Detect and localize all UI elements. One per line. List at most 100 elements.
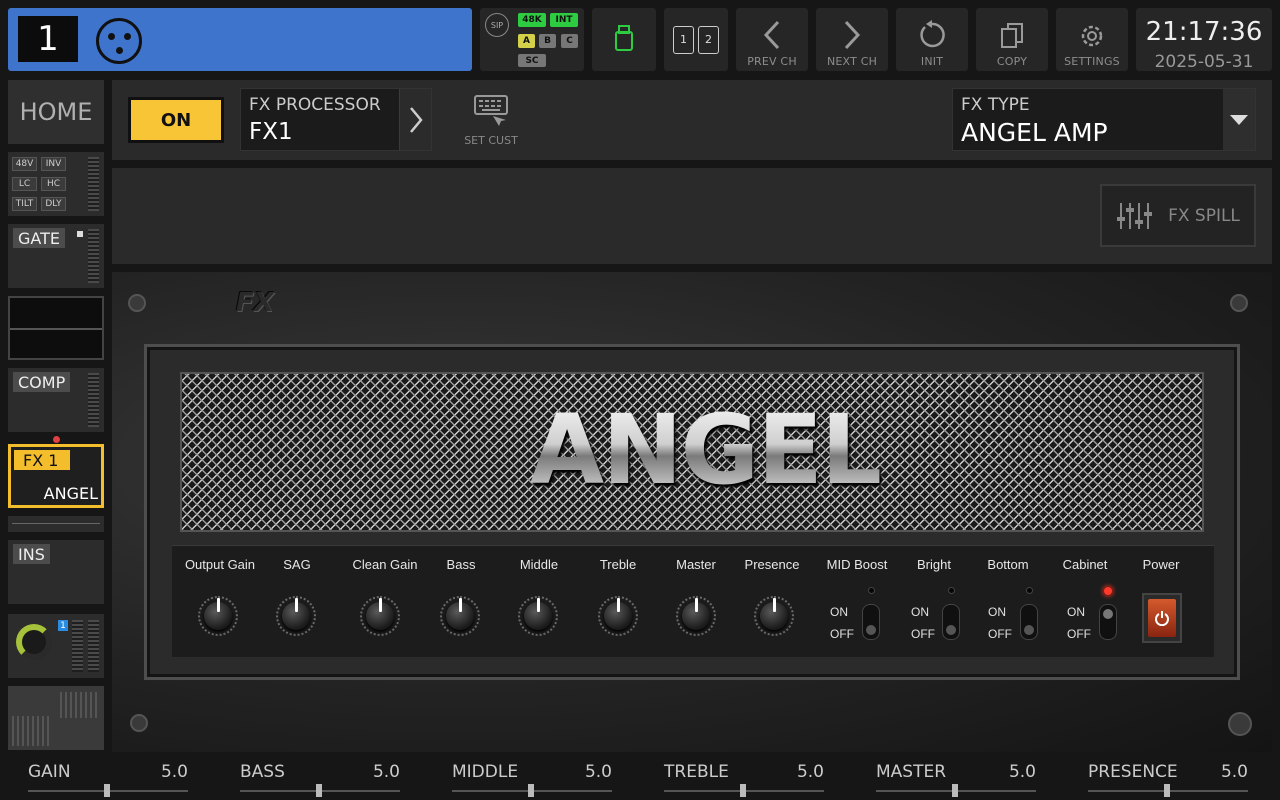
keyboard-icon bbox=[474, 95, 508, 126]
treble-knob[interactable] bbox=[598, 596, 638, 636]
clock: 21:17:36 2025-05-31 bbox=[1136, 8, 1272, 72]
clock-date: 2025-05-31 bbox=[1154, 52, 1254, 72]
output-gain-knob[interactable] bbox=[198, 596, 238, 636]
knob-label-bass: Bass bbox=[446, 557, 476, 572]
cabinet-on: ON bbox=[1067, 605, 1085, 619]
clean-gain-knob[interactable] bbox=[360, 596, 400, 636]
gate-label: GATE bbox=[13, 228, 65, 248]
init-label: INIT bbox=[920, 55, 944, 68]
param-thumb[interactable] bbox=[1164, 784, 1170, 797]
input-block[interactable]: 48V INV LC HC TILT DLY bbox=[8, 152, 104, 216]
bottom-off: OFF bbox=[988, 627, 1012, 641]
card-slots-button[interactable]: 1 2 bbox=[664, 8, 728, 71]
fx-on-button[interactable]: ON bbox=[128, 97, 224, 143]
knob-label-treble: Treble bbox=[599, 557, 637, 572]
knob-label-presence: Presence bbox=[744, 557, 800, 572]
fader-block[interactable] bbox=[8, 686, 104, 750]
gate-block[interactable]: GATE bbox=[8, 224, 104, 288]
fx2-line bbox=[12, 523, 100, 524]
tag-tilt: TILT bbox=[12, 197, 37, 211]
bass-knob[interactable] bbox=[440, 596, 480, 636]
settings-label: SETTINGS bbox=[1064, 55, 1120, 68]
bottom-led bbox=[1026, 587, 1033, 594]
bright-on: ON bbox=[911, 605, 929, 619]
sag-knob[interactable] bbox=[276, 596, 316, 636]
tag-48v: 48V bbox=[12, 157, 37, 171]
tag-inv: INV bbox=[41, 157, 66, 171]
fx-type-selector[interactable]: FX TYPE ANGEL AMP bbox=[952, 88, 1256, 151]
next-ch-button[interactable]: NEXT CH bbox=[816, 8, 888, 71]
next-ch-label: NEXT CH bbox=[826, 55, 878, 68]
param-value: 5.0 bbox=[1220, 762, 1248, 782]
comp-block[interactable]: COMP bbox=[8, 368, 104, 432]
sip-indicator: SIP bbox=[485, 13, 509, 37]
clock-badge: INT bbox=[550, 13, 578, 27]
tag-lc: LC bbox=[12, 177, 37, 191]
amp-logo: ANGEL bbox=[525, 390, 885, 510]
bright-off: OFF bbox=[911, 627, 935, 641]
chevron-down-icon[interactable] bbox=[1223, 89, 1255, 150]
screw-icon bbox=[130, 714, 148, 732]
home-button[interactable]: HOME bbox=[8, 80, 104, 144]
fx1-name: ANGEL bbox=[43, 484, 98, 503]
usb-button[interactable] bbox=[592, 8, 656, 71]
bus-block[interactable]: 1 bbox=[8, 614, 104, 678]
bus-meter-2 bbox=[88, 620, 99, 672]
gate-indicator bbox=[77, 231, 83, 237]
comp-meter bbox=[88, 373, 99, 427]
cabinet-switch[interactable] bbox=[1099, 604, 1117, 640]
bottom-switch[interactable] bbox=[1020, 604, 1038, 640]
param-thumb[interactable] bbox=[316, 784, 322, 797]
bright-switch[interactable] bbox=[942, 604, 960, 640]
param-name: MASTER bbox=[876, 762, 947, 782]
middle-knob[interactable] bbox=[518, 596, 558, 636]
init-button[interactable]: INIT bbox=[896, 8, 968, 71]
param-value: 5.0 bbox=[160, 762, 188, 782]
card-slot-1: 1 bbox=[673, 25, 694, 54]
bus-number: 1 bbox=[58, 620, 68, 631]
eq-block[interactable] bbox=[8, 296, 104, 360]
bus-meter-1 bbox=[72, 620, 83, 672]
fx-spill-button[interactable]: FX SPILL bbox=[1100, 184, 1256, 247]
usb-icon bbox=[615, 24, 633, 51]
prev-ch-button[interactable]: PREV CH bbox=[736, 8, 808, 71]
param-name: PRESENCE bbox=[1088, 762, 1178, 782]
presence-knob[interactable] bbox=[754, 596, 794, 636]
param-thumb[interactable] bbox=[528, 784, 534, 797]
screw-icon bbox=[1230, 294, 1248, 312]
xlr-input-icon bbox=[96, 18, 142, 64]
chevron-left-icon bbox=[763, 20, 780, 50]
param-name: TREBLE bbox=[664, 762, 729, 782]
pan-dial bbox=[16, 624, 52, 660]
power-label: Power bbox=[1142, 557, 1180, 572]
chevron-right-icon[interactable] bbox=[399, 89, 431, 150]
bottom-on: ON bbox=[988, 605, 1006, 619]
master-knob[interactable] bbox=[676, 596, 716, 636]
fx-processor-label: FX PROCESSOR bbox=[249, 95, 381, 115]
mid-boost-led bbox=[868, 587, 875, 594]
sc-badge: SC bbox=[518, 54, 546, 67]
power-switch[interactable] bbox=[1142, 593, 1182, 643]
mid-boost-off: OFF bbox=[830, 627, 854, 641]
ins-block[interactable]: INS bbox=[8, 540, 104, 604]
fx-processor-selector[interactable]: FX PROCESSOR FX1 bbox=[240, 88, 432, 151]
mid-boost-switch[interactable] bbox=[862, 604, 880, 640]
copy-button[interactable]: COPY bbox=[976, 8, 1048, 71]
fx-type-label: FX TYPE bbox=[961, 95, 1030, 115]
screw-icon bbox=[1228, 712, 1252, 736]
fx1-block[interactable]: FX 1 ANGEL bbox=[8, 444, 104, 508]
mid-boost-on: ON bbox=[830, 605, 848, 619]
param-value: 5.0 bbox=[584, 762, 612, 782]
input-meter bbox=[88, 157, 99, 211]
param-thumb[interactable] bbox=[952, 784, 958, 797]
input-b-badge: B bbox=[539, 34, 556, 48]
fx-spill-label: FX SPILL bbox=[1168, 205, 1240, 226]
clock-time: 21:17:36 bbox=[1145, 17, 1263, 47]
input-c-badge: C bbox=[561, 34, 578, 48]
comp-label: COMP bbox=[13, 372, 71, 392]
param-thumb[interactable] bbox=[104, 784, 110, 797]
param-thumb[interactable] bbox=[740, 784, 746, 797]
settings-button[interactable]: SETTINGS bbox=[1056, 8, 1128, 71]
set-cust-button[interactable]: SET CUST bbox=[456, 94, 526, 150]
fx2-block[interactable] bbox=[8, 516, 104, 532]
